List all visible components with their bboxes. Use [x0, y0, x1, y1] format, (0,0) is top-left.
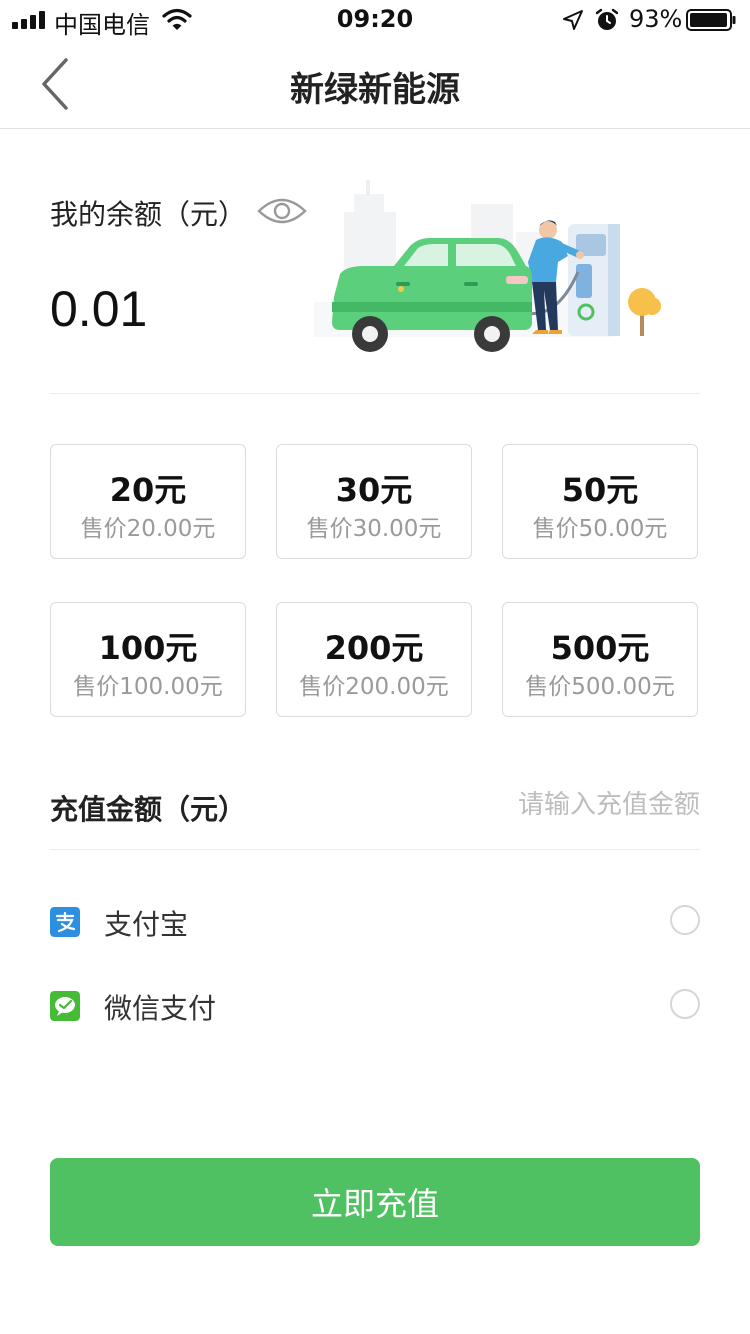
- amount-price: 售价100.00元: [73, 674, 223, 700]
- amount-option-200[interactable]: 200元 售价200.00元: [276, 602, 472, 717]
- recharge-amount-label: 充值金额（元）: [50, 793, 247, 826]
- amount-value: 100元: [98, 629, 198, 667]
- amount-value: 200元: [324, 629, 424, 667]
- amount-price: 售价500.00元: [525, 674, 675, 700]
- amount-value: 30元: [335, 471, 413, 509]
- amount-option-20[interactable]: 20元 售价20.00元: [50, 444, 246, 559]
- wechat-pay-icon: [50, 991, 80, 1021]
- amount-price: 售价200.00元: [299, 674, 449, 700]
- recharge-now-button[interactable]: 立即充值: [50, 1158, 700, 1246]
- radio-button[interactable]: [670, 905, 700, 935]
- location-arrow-icon: [563, 10, 583, 30]
- amount-value: 500元: [550, 629, 650, 667]
- amount-option-500[interactable]: 500元 售价500.00元: [502, 602, 698, 717]
- amount-value: 50元: [561, 471, 639, 509]
- amount-option-50[interactable]: 50元 售价50.00元: [502, 444, 698, 559]
- radio-button[interactable]: [670, 989, 700, 1019]
- divider: [50, 849, 700, 850]
- alarm-icon: [595, 8, 619, 30]
- amount-option-100[interactable]: 100元 售价100.00元: [50, 602, 246, 717]
- payment-option-alipay[interactable]: 支付宝: [50, 893, 700, 953]
- balance-value: 0.01: [50, 281, 148, 337]
- payment-option-wechat[interactable]: 微信支付: [50, 977, 700, 1037]
- battery-icon: [686, 9, 736, 31]
- nav-bar: 新绿新能源: [0, 40, 750, 129]
- amount-price: 售价50.00元: [532, 516, 668, 542]
- alipay-icon: [50, 907, 80, 937]
- amount-price: 售价30.00元: [306, 516, 442, 542]
- balance-label: 我的余额（元）: [50, 198, 247, 231]
- payment-label: 支付宝: [104, 908, 189, 941]
- divider: [50, 393, 700, 394]
- amount-price: 售价20.00元: [80, 516, 216, 542]
- eye-icon[interactable]: [256, 193, 308, 229]
- status-bar: 中国电信 09:20 93%: [0, 0, 750, 40]
- battery-percent: 93%: [629, 5, 683, 33]
- recharge-amount-input[interactable]: [400, 784, 700, 826]
- payment-label: 微信支付: [104, 992, 217, 1025]
- page-title: 新绿新能源: [290, 70, 460, 110]
- amount-value: 20元: [109, 471, 187, 509]
- amount-option-30[interactable]: 30元 售价30.00元: [276, 444, 472, 559]
- car-charging-illustration: [314, 180, 661, 352]
